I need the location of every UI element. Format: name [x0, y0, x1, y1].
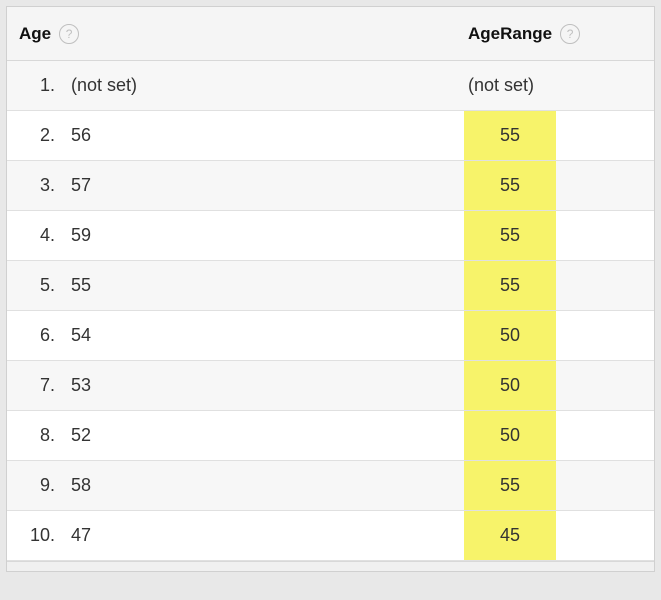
- age-value: 52: [65, 425, 91, 446]
- agerange-value: 50: [464, 411, 556, 460]
- cell-agerange: 50: [464, 361, 654, 410]
- column-label-age: Age: [19, 24, 51, 44]
- agerange-value: 55: [464, 111, 556, 160]
- row-number: 1.: [7, 75, 65, 96]
- cell-agerange: (not set): [464, 61, 654, 110]
- table-row[interactable]: 3.5755: [7, 161, 654, 211]
- cell-age: 9.58: [7, 461, 464, 510]
- age-value: 55: [65, 275, 91, 296]
- cell-age: 2.56: [7, 111, 464, 160]
- cell-agerange: 50: [464, 411, 654, 460]
- column-label-agerange: AgeRange: [468, 24, 552, 44]
- row-number: 10.: [7, 525, 65, 546]
- age-value: 56: [65, 125, 91, 146]
- table-row[interactable]: 10.4745: [7, 511, 654, 561]
- table-row[interactable]: 1.(not set)(not set): [7, 61, 654, 111]
- row-number: 7.: [7, 375, 65, 396]
- table-row[interactable]: 2.5655: [7, 111, 654, 161]
- cell-age: 8.52: [7, 411, 464, 460]
- row-number: 8.: [7, 425, 65, 446]
- table-row[interactable]: 6.5450: [7, 311, 654, 361]
- cell-age: 4.59: [7, 211, 464, 260]
- age-value: 53: [65, 375, 91, 396]
- help-icon[interactable]: ?: [560, 24, 580, 44]
- agerange-value: 55: [464, 261, 556, 310]
- age-value: (not set): [65, 75, 137, 96]
- agerange-value: (not set): [464, 61, 534, 110]
- table-footer-strip: [7, 561, 654, 571]
- cell-age: 10.47: [7, 511, 464, 560]
- table-body: 1.(not set)(not set)2.56553.57554.59555.…: [7, 61, 654, 561]
- data-table: Age ? AgeRange ? 1.(not set)(not set)2.5…: [6, 6, 655, 572]
- cell-age: 6.54: [7, 311, 464, 360]
- age-value: 57: [65, 175, 91, 196]
- agerange-value: 55: [464, 161, 556, 210]
- cell-age: 3.57: [7, 161, 464, 210]
- cell-agerange: 50: [464, 311, 654, 360]
- cell-age: 7.53: [7, 361, 464, 410]
- table-row[interactable]: 5.5555: [7, 261, 654, 311]
- cell-agerange: 55: [464, 261, 654, 310]
- age-value: 54: [65, 325, 91, 346]
- cell-agerange: 55: [464, 111, 654, 160]
- table-row[interactable]: 4.5955: [7, 211, 654, 261]
- age-value: 59: [65, 225, 91, 246]
- table-row[interactable]: 7.5350: [7, 361, 654, 411]
- row-number: 6.: [7, 325, 65, 346]
- help-icon[interactable]: ?: [59, 24, 79, 44]
- cell-agerange: 55: [464, 461, 654, 510]
- row-number: 2.: [7, 125, 65, 146]
- row-number: 3.: [7, 175, 65, 196]
- row-number: 5.: [7, 275, 65, 296]
- row-number: 9.: [7, 475, 65, 496]
- agerange-value: 55: [464, 461, 556, 510]
- age-value: 58: [65, 475, 91, 496]
- column-header-age[interactable]: Age ?: [7, 24, 464, 44]
- agerange-value: 55: [464, 211, 556, 260]
- cell-age: 1.(not set): [7, 61, 464, 110]
- cell-agerange: 55: [464, 161, 654, 210]
- cell-age: 5.55: [7, 261, 464, 310]
- agerange-value: 50: [464, 311, 556, 360]
- table-header: Age ? AgeRange ?: [7, 7, 654, 61]
- row-number: 4.: [7, 225, 65, 246]
- table-row[interactable]: 9.5855: [7, 461, 654, 511]
- agerange-value: 45: [464, 511, 556, 560]
- age-value: 47: [65, 525, 91, 546]
- cell-agerange: 45: [464, 511, 654, 560]
- table-row[interactable]: 8.5250: [7, 411, 654, 461]
- cell-agerange: 55: [464, 211, 654, 260]
- column-header-agerange[interactable]: AgeRange ?: [464, 24, 654, 44]
- agerange-value: 50: [464, 361, 556, 410]
